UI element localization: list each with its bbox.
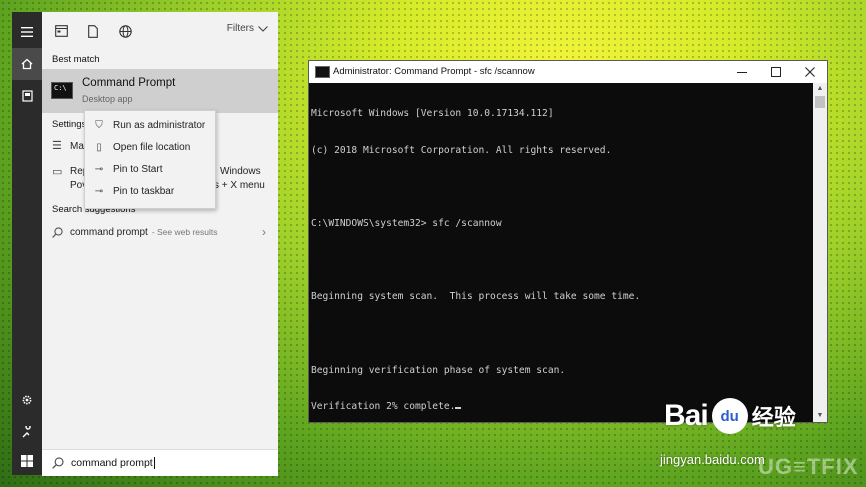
documents-icon[interactable] — [12, 80, 42, 112]
pin-icon: ⊸ — [94, 185, 104, 197]
baidu-logo-text: Bai — [664, 399, 709, 432]
maximize-button[interactable] — [759, 61, 793, 83]
baidu-jingyan-text: 经验 — [751, 405, 796, 430]
settings-item-1[interactable]: Ma — [70, 141, 84, 152]
menu-item-label: Pin to Start — [113, 163, 163, 175]
settings-item-2-tail: Windows — [220, 166, 261, 177]
filters-dropdown[interactable]: Filters — [227, 23, 268, 34]
search-input[interactable]: command prompt — [71, 457, 153, 469]
minimize-icon — [737, 72, 747, 73]
scroll-down-arrow-icon[interactable]: ▼ — [813, 410, 827, 422]
user-icon[interactable] — [12, 416, 42, 448]
home-icon[interactable] — [12, 48, 42, 80]
settings-icon[interactable] — [12, 384, 42, 416]
web-tab-icon[interactable] — [116, 22, 134, 40]
menu-item-label: Open file location — [113, 141, 191, 153]
ugetfix-watermark: UG≡TFIX — [758, 454, 859, 479]
command-prompt-icon: C:\ — [51, 82, 73, 99]
close-button[interactable] — [793, 61, 827, 83]
see-web-results: - See web results — [151, 227, 218, 237]
search-scope-bar: Filters — [42, 12, 278, 50]
close-icon — [805, 67, 815, 77]
minimize-button[interactable] — [725, 61, 759, 83]
menu-item-label: Run as administrator — [113, 119, 206, 131]
console-line: C:\WINDOWS\system32> sfc /scannow — [311, 218, 502, 230]
chevron-right-icon[interactable]: › — [262, 225, 266, 239]
context-menu: ⛉ Run as administrator ▯ Open file locat… — [84, 110, 216, 209]
console-line: Microsoft Windows [Version 10.0.17134.11… — [311, 108, 554, 120]
settings-item-3-tail: s + X menu — [214, 180, 265, 191]
baidu-url-watermark: jingyan.baidu.com — [660, 452, 765, 467]
menu-item-pin-to-taskbar[interactable]: ⊸ Pin to taskbar — [85, 180, 215, 202]
hamburger-icon[interactable] — [12, 16, 42, 48]
pin-icon: ⊸ — [94, 163, 104, 175]
console-app-icon — [315, 66, 330, 78]
best-match-command-prompt[interactable]: C:\ Command Prompt Desktop app — [42, 69, 278, 113]
scrollbar-thumb[interactable] — [815, 96, 825, 108]
best-match-heading: Best match — [52, 54, 100, 65]
console-line: Beginning verification phase of system s… — [311, 364, 566, 376]
search-icon — [52, 457, 64, 469]
shield-icon: ⛉ — [95, 119, 103, 131]
menu-item-label: Pin to taskbar — [113, 185, 175, 197]
console-line: Beginning system scan. This process will… — [311, 291, 641, 303]
console-cursor — [455, 407, 462, 410]
menu-item-open-file-location[interactable]: ▯ Open file location — [85, 136, 215, 158]
best-match-title: Command Prompt — [82, 77, 176, 89]
baidu-paw-logo: du — [711, 398, 748, 434]
best-match-subtitle: Desktop app — [82, 94, 133, 104]
text-caret — [153, 457, 155, 469]
file-icon: ▯ — [96, 141, 102, 153]
maximize-icon — [771, 67, 781, 77]
list-icon: ☰ — [52, 140, 62, 152]
chevron-down-icon — [258, 25, 268, 32]
console-line: Verification 2% complete. — [311, 401, 456, 413]
web-suggestion-row[interactable]: command prompt - See web results › — [52, 224, 272, 240]
start-search-panel: Filters Best match C:\ Command Prompt De… — [42, 12, 278, 476]
scroll-up-arrow-icon[interactable]: ▲ — [813, 83, 827, 95]
console-output[interactable]: Microsoft Windows [Version 10.0.17134.11… — [311, 84, 811, 419]
command-prompt-window[interactable]: Administrator: Command Prompt - sfc /sca… — [308, 60, 828, 423]
menu-item-pin-to-start[interactable]: ⊸ Pin to Start — [85, 158, 215, 180]
menu-item-run-as-administrator[interactable]: ⛉ Run as administrator — [85, 114, 215, 136]
start-sidebar — [12, 12, 42, 475]
window-title: Administrator: Command Prompt - sfc /sca… — [333, 66, 535, 77]
search-icon — [52, 226, 63, 238]
suggestion-text: command prompt — [70, 226, 148, 238]
window-titlebar[interactable]: Administrator: Command Prompt - sfc /sca… — [309, 61, 827, 83]
console-line: (c) 2018 Microsoft Corporation. All righ… — [311, 145, 612, 156]
settings-heading: Settings — [52, 119, 87, 130]
monitor-icon: ▭ — [52, 166, 63, 178]
search-box[interactable]: command prompt — [42, 449, 278, 476]
baidu-watermark: Bai du 经验 — [664, 398, 796, 434]
filters-label: Filters — [226, 23, 254, 34]
all-tab-icon[interactable] — [52, 22, 70, 40]
console-scrollbar[interactable]: ▲ ▼ — [813, 83, 827, 422]
documents-tab-icon[interactable] — [84, 22, 102, 40]
windows-start-icon[interactable] — [12, 445, 42, 477]
